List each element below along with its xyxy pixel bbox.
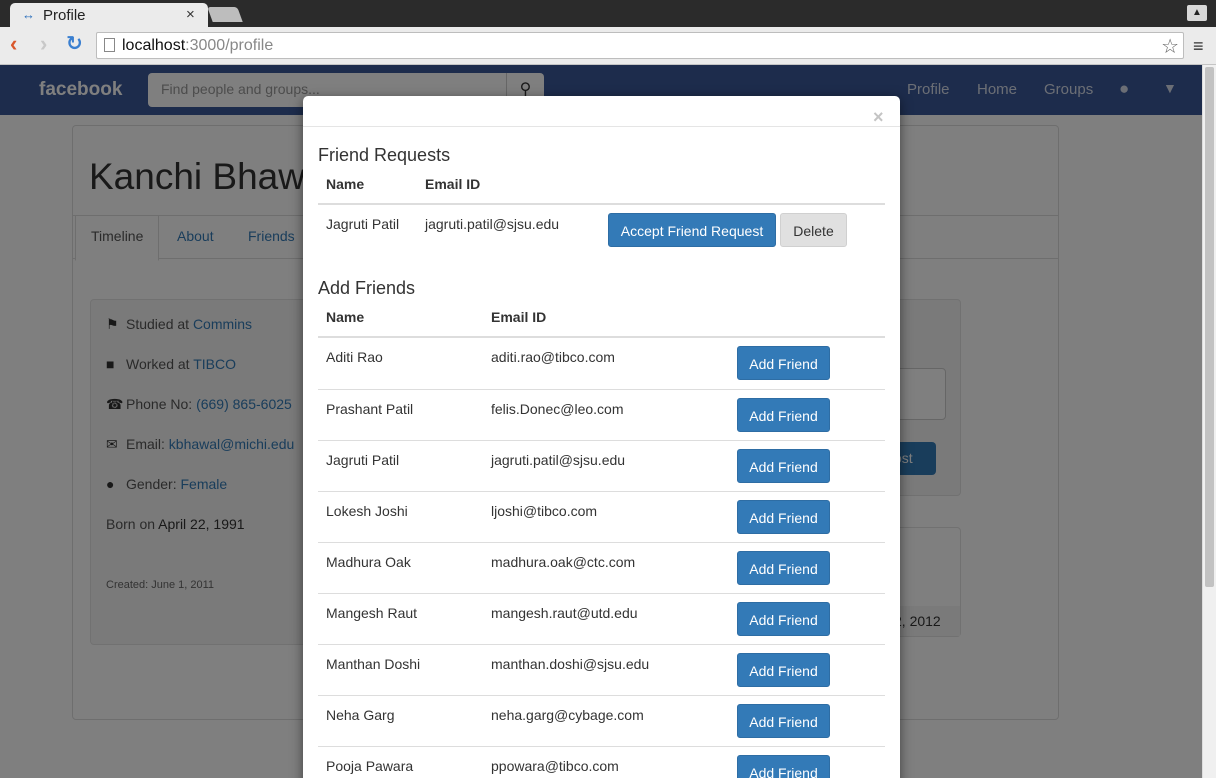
friend-name: Pooja Pawara <box>326 758 414 774</box>
request-email: jagruti.patil@sjsu.edu <box>425 216 560 232</box>
friend-email: jagruti.patil@sjsu.edu <box>491 452 626 468</box>
friend-email: felis.Donec@leo.com <box>491 401 624 417</box>
friend-name: Jagruti Patil <box>326 452 400 468</box>
back-arrow-icon[interactable]: ‹ <box>10 33 17 55</box>
friend-email: manthan.doshi@sjsu.edu <box>491 656 650 672</box>
hamburger-menu-icon[interactable]: ≡ <box>1193 37 1204 55</box>
add-friend-row: Neha Garg neha.garg@cybage.com Add Friend <box>318 695 885 746</box>
friend-email: mangesh.raut@utd.edu <box>491 605 638 621</box>
url-text: localhost:3000/profile <box>122 37 274 54</box>
address-bar[interactable]: localhost:3000/profile ☆ <box>96 32 1184 59</box>
add-friend-row: Jagruti Patil jagruti.patil@sjsu.edu Add F… <box>318 440 885 491</box>
close-tab-icon[interactable]: × <box>186 6 195 23</box>
accept-friend-request-button[interactable]: Accept Friend Request <box>608 213 776 247</box>
add-friend-row: Madhura Oak madhura.oak@ctc.com Add Friend <box>318 542 885 593</box>
browser-toolbar: ‹ › ↻ localhost:3000/profile ☆ ≡ <box>0 27 1216 65</box>
new-tab-button[interactable] <box>207 7 243 22</box>
add-friend-button[interactable]: Add Friend <box>737 704 830 738</box>
friend-name: Lokesh Joshi <box>326 503 408 519</box>
browser-tab-profile[interactable]: ↔ Profile × <box>10 3 208 27</box>
browser-tab-strip: ↔ Profile × ▲ <box>0 0 1216 27</box>
page-icon <box>104 38 115 52</box>
close-icon[interactable]: × <box>873 108 884 126</box>
add-friend-button[interactable]: Add Friend <box>737 602 830 636</box>
add-friends-title: Add Friends <box>318 278 416 298</box>
add-friend-row: Manthan Doshi manthan.doshi@sjsu.edu Add F… <box>318 644 885 695</box>
friend-email: aditi.rao@tibco.com <box>491 349 615 365</box>
friend-name: Mangesh Raut <box>326 605 418 621</box>
friend-name: Manthan Doshi <box>326 656 421 672</box>
forward-arrow-icon[interactable]: › <box>40 33 47 55</box>
friend-request-row: Jagruti Patil jagruti.patil@sjsu.edu Acc… <box>318 205 885 257</box>
column-header-name: Name <box>326 309 365 325</box>
column-header-email: Email ID <box>425 176 481 192</box>
add-friend-button[interactable]: Add Friend <box>737 551 830 585</box>
friend-email: ljoshi@tibco.com <box>491 503 598 519</box>
request-name: Jagruti Patil <box>326 216 400 232</box>
friend-email: madhura.oak@ctc.com <box>491 554 636 570</box>
scrollbar-thumb[interactable] <box>1205 67 1214 587</box>
friends-modal: × Friend Requests Name Email ID Jagruti … <box>303 96 900 778</box>
add-friend-button[interactable]: Add Friend <box>737 653 830 687</box>
add-friend-row: Lokesh Joshi ljoshi@tibco.com Add Friend <box>318 491 885 542</box>
column-header-email: Email ID <box>491 309 547 325</box>
friend-name: Neha Garg <box>326 707 395 723</box>
add-friend-button[interactable]: Add Friend <box>737 755 830 778</box>
tab-title: Profile <box>43 7 86 24</box>
add-friend-row: Mangesh Raut mangesh.raut@utd.edu Add Frie… <box>318 593 885 644</box>
page-viewport: facebook Find people and groups... ⚲ Pro… <box>0 65 1202 778</box>
friend-name: Madhura Oak <box>326 554 411 570</box>
page-scrollbar[interactable] <box>1202 65 1216 778</box>
add-friend-row: Pooja Pawara ppowara@tibco.com Add Friend <box>318 746 885 778</box>
favicon-icon: ↔ <box>22 7 35 22</box>
reload-icon[interactable]: ↻ <box>66 33 83 55</box>
profile-user-icon[interactable]: ▲ <box>1187 5 1207 21</box>
column-header-name: Name <box>326 176 365 192</box>
friend-requests-title: Friend Requests <box>318 145 451 165</box>
friend-name: Aditi Rao <box>326 349 383 365</box>
add-friends-header: Name Email ID <box>318 309 885 338</box>
add-friend-button[interactable]: Add Friend <box>737 398 830 432</box>
add-friend-row: Prashant Patil felis.Donec@leo.com Add Fri… <box>318 389 885 440</box>
add-friend-button[interactable]: Add Friend <box>737 500 830 534</box>
friend-email: ppowara@tibco.com <box>491 758 619 774</box>
friend-email: neha.garg@cybage.com <box>491 707 644 723</box>
add-friend-button[interactable]: Add Friend <box>737 346 830 380</box>
bookmark-star-icon[interactable]: ☆ <box>1161 34 1179 59</box>
friend-name: Prashant Patil <box>326 401 414 417</box>
add-friend-row: Aditi Rao aditi.rao@tibco.com Add Friend <box>318 338 885 389</box>
delete-request-button[interactable]: Delete <box>780 213 847 247</box>
modal-header: × <box>303 96 900 127</box>
friend-requests-header: Name Email ID <box>318 176 885 205</box>
add-friend-button[interactable]: Add Friend <box>737 449 830 483</box>
